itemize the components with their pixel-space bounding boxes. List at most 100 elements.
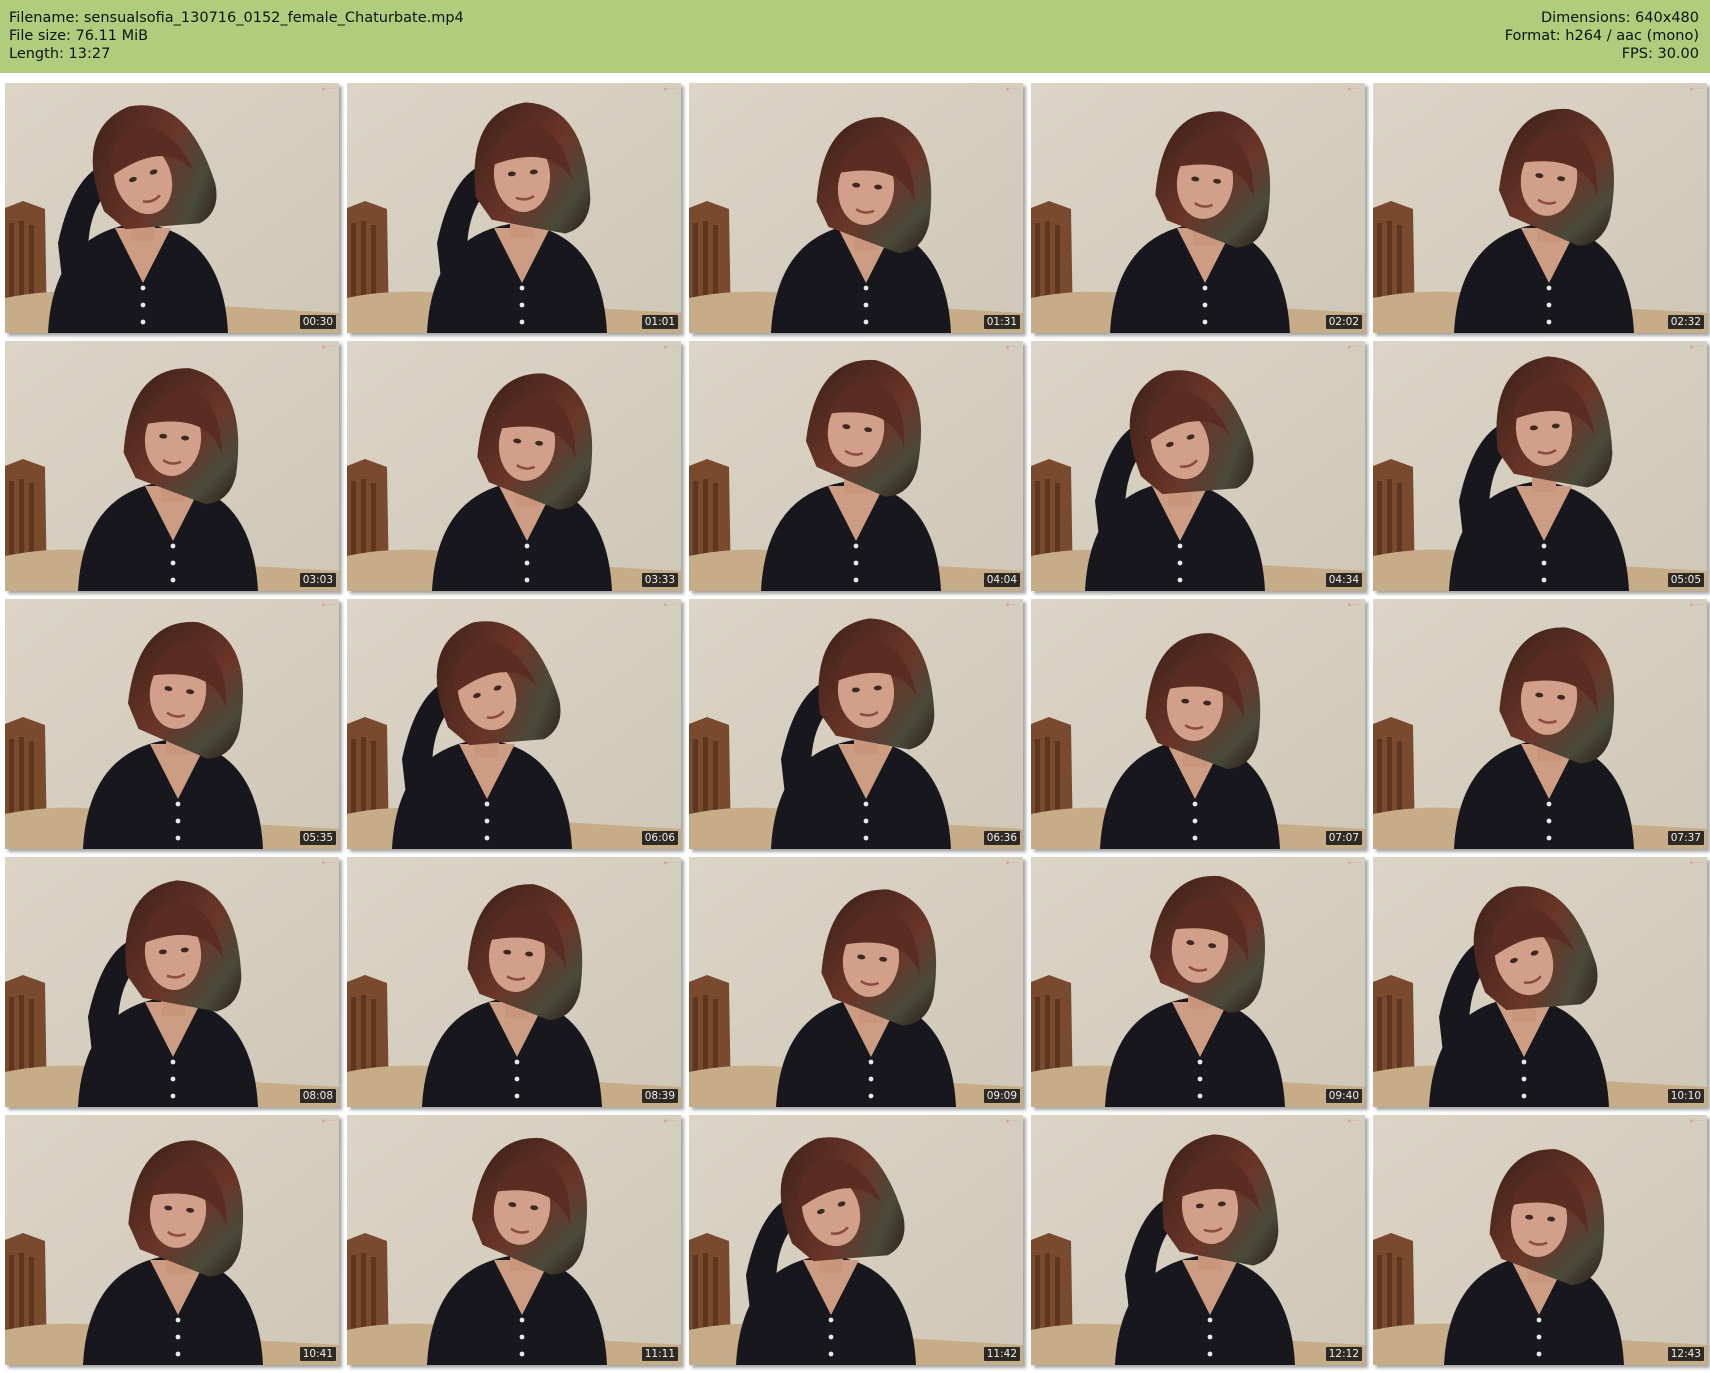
- thumbnail-timestamp: 09:09: [983, 1089, 1020, 1103]
- video-thumbnail[interactable]: ●──── 05:35: [5, 599, 339, 849]
- watermark-logo: ●────: [1689, 860, 1703, 865]
- watermark-logo: ●────: [663, 344, 677, 349]
- watermark-logo: ●────: [1005, 1118, 1019, 1123]
- video-thumbnail[interactable]: ●──── 01:01: [347, 83, 681, 333]
- video-thumbnail[interactable]: ●──── 01:31: [689, 83, 1023, 333]
- video-thumbnail[interactable]: ●──── 05:05: [1373, 341, 1707, 591]
- video-frame: [1373, 341, 1707, 591]
- video-thumbnail[interactable]: ●──── 07:37: [1373, 599, 1707, 849]
- watermark-logo: ●────: [1347, 344, 1361, 349]
- video-frame: [1031, 857, 1365, 1107]
- watermark-logo: ●────: [663, 86, 677, 91]
- thumbnail-timestamp: 01:31: [983, 315, 1020, 329]
- video-frame: [1031, 599, 1365, 849]
- video-thumbnail[interactable]: ●──── 08:08: [5, 857, 339, 1107]
- video-frame: [1031, 83, 1365, 333]
- video-thumbnail[interactable]: ●──── 07:07: [1031, 599, 1365, 849]
- thumbnail-timestamp: 04:34: [1325, 573, 1362, 587]
- watermark-logo: ●────: [1005, 602, 1019, 607]
- video-thumbnail[interactable]: ●──── 06:06: [347, 599, 681, 849]
- video-thumbnail[interactable]: ●──── 09:40: [1031, 857, 1365, 1107]
- thumbnail-timestamp: 03:03: [299, 573, 336, 587]
- video-thumbnail[interactable]: ●──── 02:02: [1031, 83, 1365, 333]
- filesize-line: File size: 76.11 MiB: [9, 28, 149, 44]
- video-frame: [347, 599, 681, 849]
- dimensions-line: Dimensions: 640x480: [1540, 10, 1699, 26]
- watermark-logo: ●────: [321, 86, 335, 91]
- thumbnail-grid: ●──── 00:30 ●──── 01:01 ●──── 01:31 ●───…: [5, 83, 1709, 1373]
- thumbnail-timestamp: 00:30: [299, 315, 336, 329]
- video-frame: [689, 341, 1023, 591]
- video-frame: [1373, 599, 1707, 849]
- video-frame: [689, 857, 1023, 1107]
- watermark-logo: ●────: [1005, 344, 1019, 349]
- watermark-logo: ●────: [663, 860, 677, 865]
- video-thumbnail[interactable]: ●──── 11:42: [689, 1115, 1023, 1365]
- thumbnail-timestamp: 01:01: [641, 315, 678, 329]
- watermark-logo: ●────: [1689, 602, 1703, 607]
- video-frame: [689, 599, 1023, 849]
- watermark-logo: ●────: [1347, 602, 1361, 607]
- video-frame: [689, 1115, 1023, 1365]
- thumbnail-timestamp: 12:43: [1667, 1347, 1704, 1361]
- watermark-logo: ●────: [663, 1118, 677, 1123]
- video-thumbnail[interactable]: ●──── 06:36: [689, 599, 1023, 849]
- thumbnail-timestamp: 09:40: [1325, 1089, 1362, 1103]
- watermark-logo: ●────: [321, 602, 335, 607]
- video-frame: [5, 857, 339, 1107]
- thumbnail-timestamp: 08:39: [641, 1089, 678, 1103]
- thumbnail-timestamp: 11:11: [641, 1347, 678, 1361]
- video-frame: [5, 599, 339, 849]
- watermark-logo: ●────: [663, 602, 677, 607]
- video-frame: [689, 83, 1023, 333]
- video-thumbnail[interactable]: ●──── 08:39: [347, 857, 681, 1107]
- video-frame: [1373, 857, 1707, 1107]
- video-frame: [1031, 341, 1365, 591]
- format-line: Format: h264 / aac (mono): [1504, 28, 1699, 44]
- thumbnail-timestamp: 06:36: [983, 831, 1020, 845]
- video-frame: [347, 857, 681, 1107]
- video-thumbnail[interactable]: ●──── 04:04: [689, 341, 1023, 591]
- watermark-logo: ●────: [1005, 860, 1019, 865]
- thumbnail-timestamp: 07:07: [1325, 831, 1362, 845]
- video-thumbnail[interactable]: ●──── 12:12: [1031, 1115, 1365, 1365]
- video-thumbnail[interactable]: ●──── 02:32: [1373, 83, 1707, 333]
- watermark-logo: ●────: [1689, 344, 1703, 349]
- watermark-logo: ●────: [1347, 860, 1361, 865]
- length-line: Length: 13:27: [9, 46, 111, 62]
- watermark-logo: ●────: [321, 344, 335, 349]
- video-frame: [1031, 1115, 1365, 1365]
- video-thumbnail[interactable]: ●──── 04:34: [1031, 341, 1365, 591]
- video-frame: [347, 1115, 681, 1365]
- thumbnail-timestamp: 04:04: [983, 573, 1020, 587]
- video-thumbnail[interactable]: ●──── 00:30: [5, 83, 339, 333]
- fps-line: FPS: 30.00: [1621, 46, 1699, 62]
- video-frame: [347, 341, 681, 591]
- file-info: Filename: sensualsofia_130716_0152_femal…: [9, 9, 464, 63]
- thumbnail-timestamp: 05:35: [299, 831, 336, 845]
- video-thumbnail[interactable]: ●──── 10:41: [5, 1115, 339, 1365]
- video-thumbnail[interactable]: ●──── 09:09: [689, 857, 1023, 1107]
- filename-line: Filename: sensualsofia_130716_0152_femal…: [9, 10, 464, 26]
- watermark-logo: ●────: [1347, 1118, 1361, 1123]
- watermark-logo: ●────: [1347, 86, 1361, 91]
- video-frame: [347, 83, 681, 333]
- thumbnail-timestamp: 10:10: [1667, 1089, 1704, 1103]
- watermark-logo: ●────: [1689, 86, 1703, 91]
- video-thumbnail[interactable]: ●──── 03:03: [5, 341, 339, 591]
- video-frame: [5, 341, 339, 591]
- video-thumbnail[interactable]: ●──── 11:11: [347, 1115, 681, 1365]
- watermark-logo: ●────: [321, 1118, 335, 1123]
- video-frame: [1373, 83, 1707, 333]
- video-frame: [5, 83, 339, 333]
- thumbnail-timestamp: 08:08: [299, 1089, 336, 1103]
- video-frame: [1373, 1115, 1707, 1365]
- thumbnail-timestamp: 02:02: [1325, 315, 1362, 329]
- thumbnail-timestamp: 03:33: [641, 573, 678, 587]
- video-thumbnail[interactable]: ●──── 10:10: [1373, 857, 1707, 1107]
- video-thumbnail[interactable]: ●──── 12:43: [1373, 1115, 1707, 1365]
- video-thumbnail[interactable]: ●──── 03:33: [347, 341, 681, 591]
- video-info: Dimensions: 640x480 Format: h264 / aac (…: [1505, 9, 1699, 63]
- thumbnail-timestamp: 10:41: [299, 1347, 336, 1361]
- watermark-logo: ●────: [321, 860, 335, 865]
